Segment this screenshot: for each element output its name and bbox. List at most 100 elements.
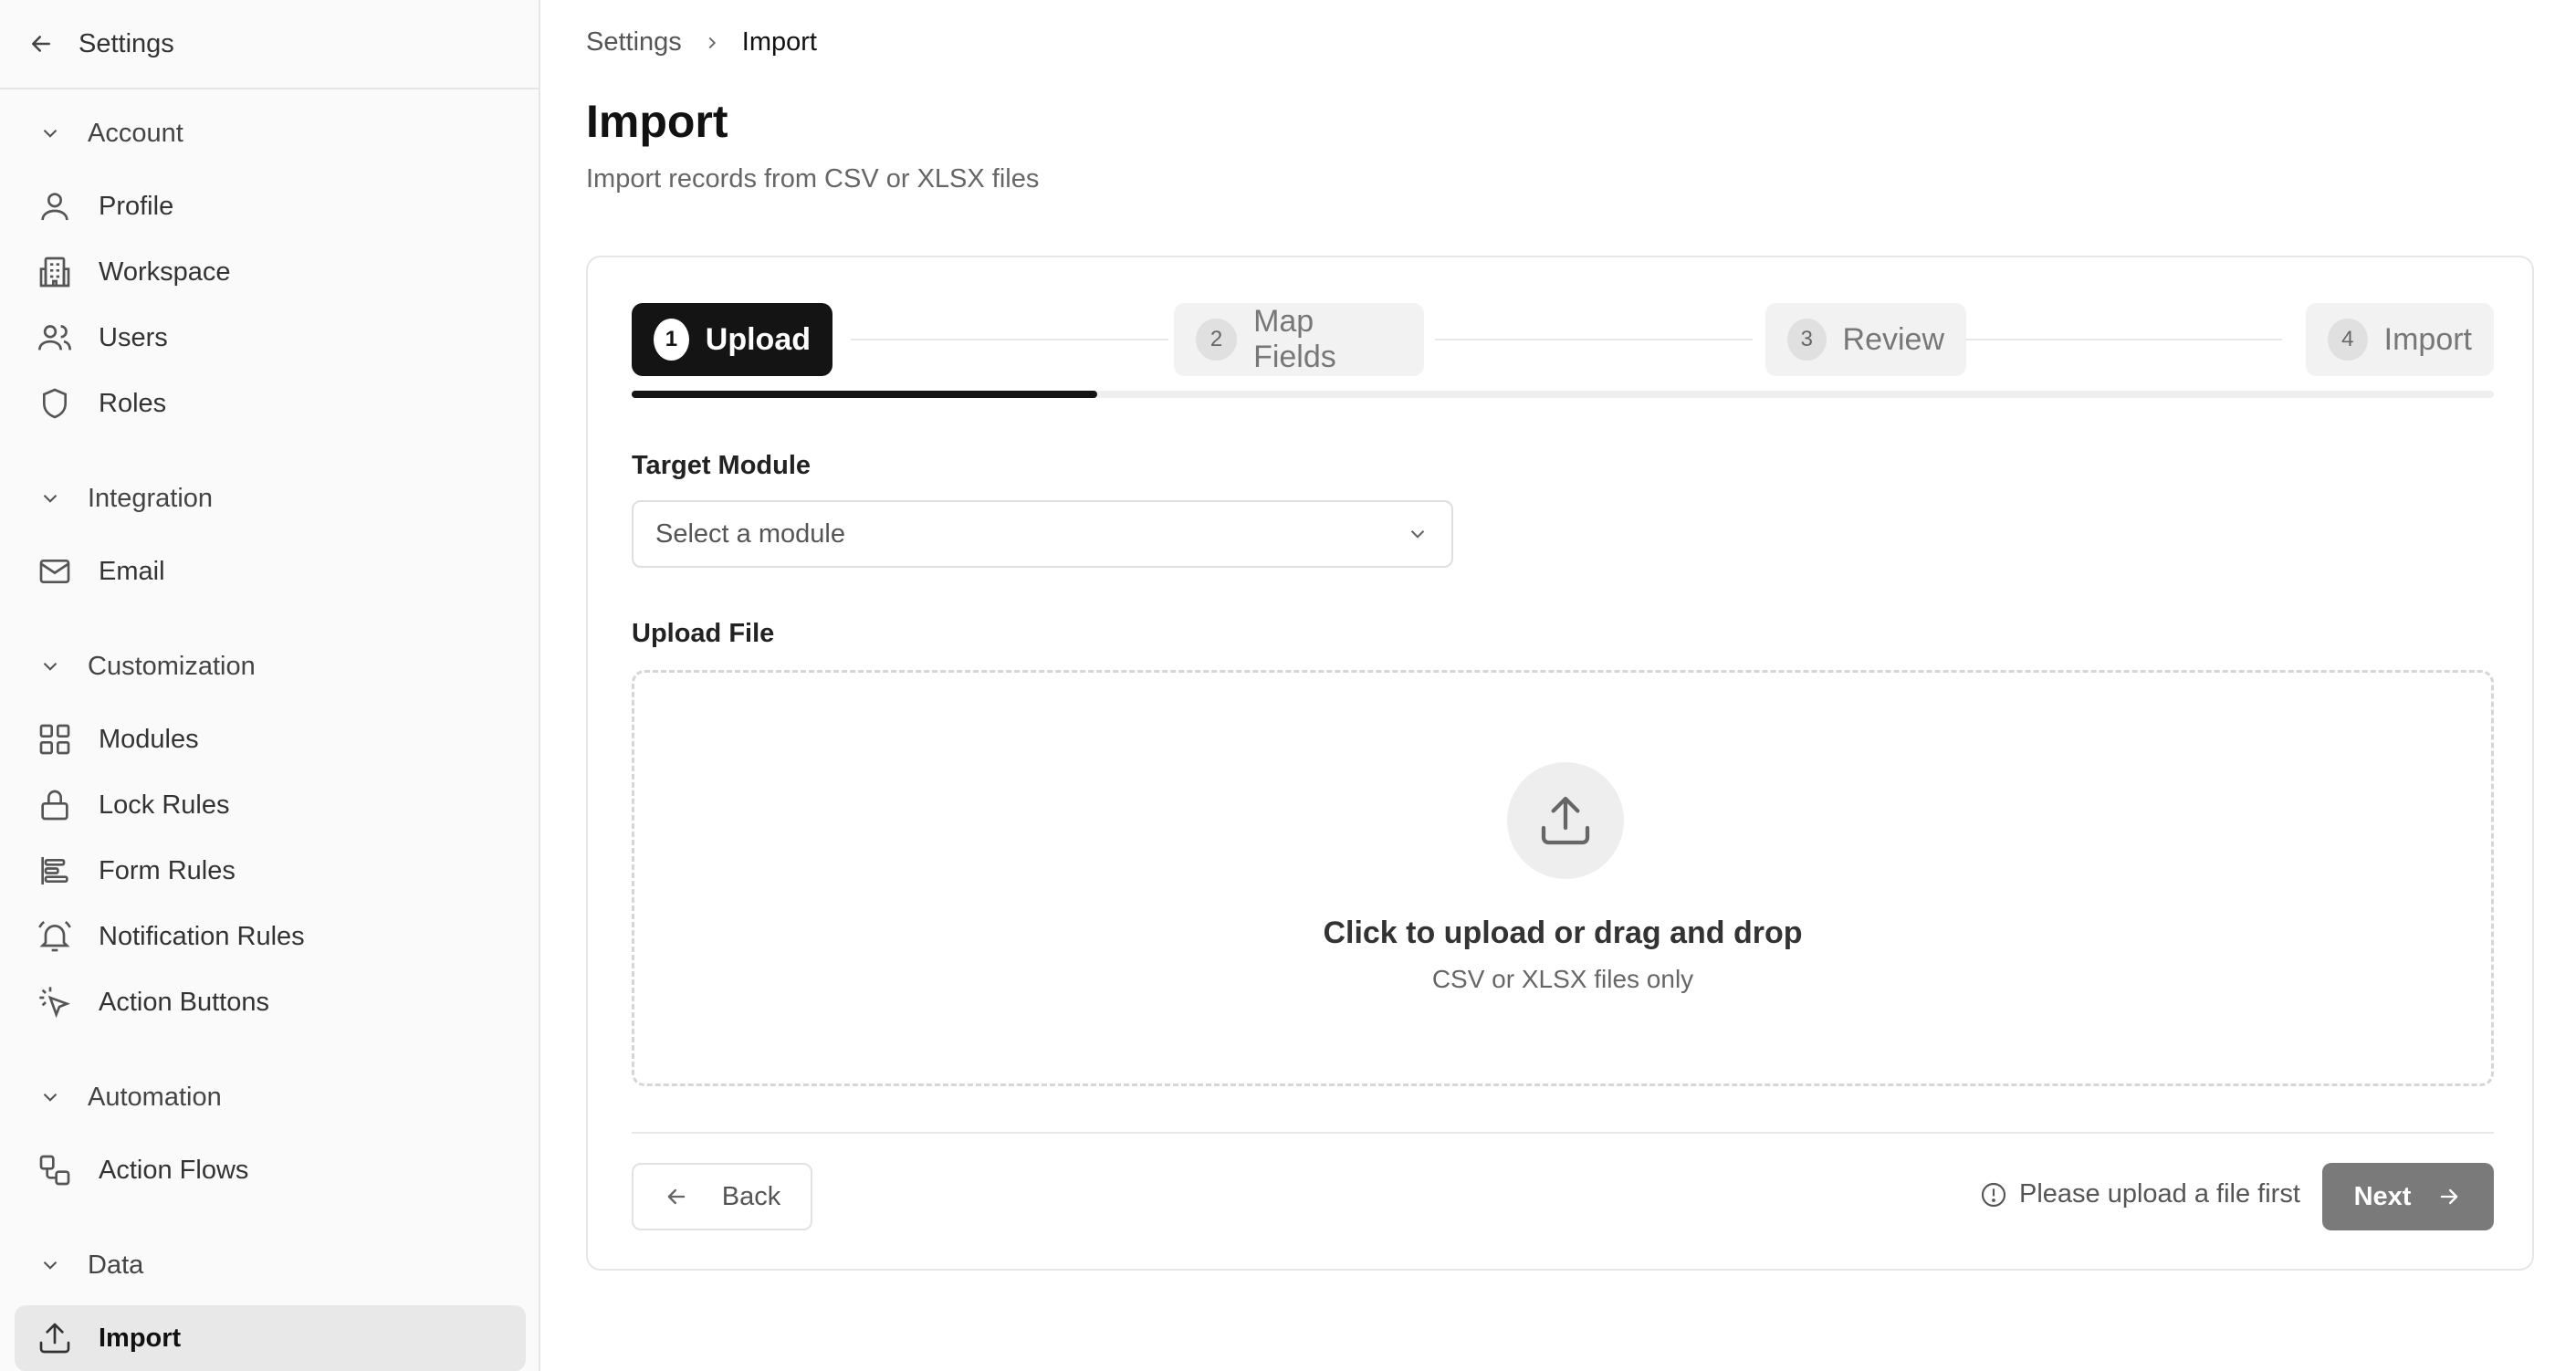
breadcrumb-parent-link[interactable]: Settings [586,27,682,58]
upload-hint: Please upload a file first [1979,1179,2300,1209]
sidebar-group-customization[interactable]: Customization [0,648,256,685]
target-module-select[interactable]: Select a module [632,500,1453,568]
back-button[interactable]: Back [632,1163,812,1230]
sidebar-group-data[interactable]: Data [0,1247,143,1283]
sidebar-item-action-buttons[interactable]: Action Buttons [15,969,526,1035]
upload-icon-circle [1507,762,1624,879]
step-upload[interactable]: 1 Upload [632,303,832,376]
stepper-progress-bar [632,391,2494,398]
chevron-down-icon [43,1261,58,1270]
arrow-left-icon [32,36,50,52]
user-icon [41,193,68,221]
upload-icon [39,1323,70,1354]
workflow-icon [39,1155,70,1186]
step-connector [1435,339,1753,340]
align-left-icon [41,857,68,884]
stepper: 1 Upload 2 Map Fields 3 Review 4 Import [632,303,2494,376]
sidebar-item-workspace[interactable]: Workspace [15,239,526,305]
bell-icon [38,920,71,952]
sidebar-item-users[interactable]: Users [15,305,526,371]
step-number: 3 [1787,319,1827,361]
target-module-placeholder: Select a module [655,518,845,549]
upload-icon [1541,796,1590,845]
dropzone-title: Click to upload or drag and drop [1323,916,1803,950]
step-review[interactable]: 3 Review [1765,303,1966,376]
sidebar-item-notification-rules[interactable]: Notification Rules [15,904,526,969]
users-icon [38,325,71,351]
target-module-label: Target Module [632,451,812,480]
arrow-right-icon [2441,1188,2458,1205]
step-number: 4 [2328,319,2368,361]
sidebar-group-account[interactable]: Account [0,115,183,152]
page-title: Import [586,96,728,147]
shield-icon [43,388,67,419]
sidebar-item-modules[interactable]: Modules [15,706,526,772]
sidebar-item-roles[interactable]: Roles [15,371,526,436]
footer-divider [632,1132,2494,1134]
sidebar-group-integration[interactable]: Integration [0,480,213,517]
sidebar-group-label: Integration [88,483,214,513]
sidebar-item-label: Form Rules [99,855,236,885]
sidebar-item-form-rules[interactable]: Form Rules [15,838,526,904]
sidebar-group-label: Automation [88,1082,222,1112]
sidebar-item-label: Action Flows [99,1155,249,1185]
pointer-click-icon [39,987,71,1019]
lock-icon [41,790,68,821]
step-number: 2 [1196,319,1238,361]
upload-file-label: Upload File [632,619,775,648]
sidebar-header-label: Settings [79,28,174,58]
chevron-down-icon [1410,529,1425,539]
sidebar-group-label: Data [88,1250,144,1280]
chevron-down-icon [43,494,58,503]
step-import[interactable]: 4 Import [2306,303,2494,376]
step-connector [851,339,1168,340]
sidebar-item-lock-rules[interactable]: Lock Rules [15,772,526,838]
step-label: Map Fields [1253,304,1336,374]
sidebar-item-profile[interactable]: Profile [15,173,526,239]
sidebar-item-label: Profile [99,191,174,221]
back-to-settings-link[interactable]: Settings [0,0,539,89]
sidebar-item-label: Modules [99,724,199,754]
step-label: Import [2383,321,2472,357]
breadcrumb: Settings Import [586,27,817,58]
mail-icon [39,560,70,583]
chevron-down-icon [43,129,58,138]
import-wizard-card: 1 Upload 2 Map Fields 3 Review 4 Import … [586,256,2534,1271]
stepper-progress-fill [632,391,1097,398]
sidebar-item-label: Users [99,322,168,352]
sidebar-item-label: Lock Rules [99,790,230,820]
sidebar-item-email[interactable]: Email [15,539,526,604]
chevron-down-icon [43,1093,58,1102]
sidebar-group-automation[interactable]: Automation [0,1079,222,1115]
sidebar: Settings Account Profile Workspace Users… [0,0,540,1371]
sidebar-item-label: Workspace [99,256,231,287]
step-label: Upload [705,321,811,357]
sidebar-item-action-flows[interactable]: Action Flows [15,1137,526,1203]
step-label: Review [1842,321,1944,357]
sidebar-group-label: Account [88,118,183,148]
step-connector [1964,339,2282,340]
building-icon [39,256,70,288]
sidebar-item-label: Notification Rules [99,921,305,951]
sidebar-item-import[interactable]: Import [15,1305,526,1371]
back-button-label: Back [721,1181,781,1211]
step-number: 1 [654,319,689,361]
sidebar-item-label: Action Buttons [99,987,269,1017]
file-dropzone[interactable]: Click to upload or drag and drop CSV or … [632,670,2494,1086]
chevron-down-icon [43,662,58,671]
page-subtitle: Import records from CSV or XLSX files [586,164,1040,194]
alert-circle-icon [1981,1182,2006,1207]
next-button-label: Next [2353,1181,2412,1211]
arrow-left-icon [667,1188,686,1205]
sidebar-item-label: Email [99,556,165,586]
next-button[interactable]: Next [2322,1163,2494,1230]
chevron-right-icon [708,37,716,48]
sidebar-group-label: Customization [88,651,256,681]
upload-hint-text: Please upload a file first [2019,1179,2300,1209]
step-map-fields[interactable]: 2 Map Fields [1174,303,1424,376]
breadcrumb-current: Import [741,27,817,57]
sidebar-item-label: Import [99,1323,182,1353]
sidebar-item-label: Roles [99,388,167,418]
main-content: Settings Import Import Import records fr… [540,0,2576,1371]
dropzone-subtitle: CSV or XLSX files only [1431,965,1694,993]
